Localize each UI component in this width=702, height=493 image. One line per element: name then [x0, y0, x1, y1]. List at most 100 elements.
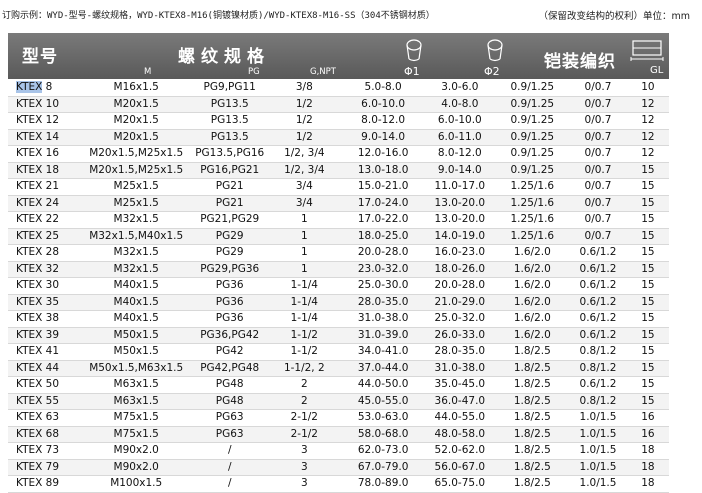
cell-model: KTEX 73 [16, 444, 60, 456]
cell-thread-gnpt: 1/2, 3/4 [284, 147, 325, 159]
cell-phi1: 37.0-44.0 [357, 361, 409, 374]
cell-thread-pg: PG29,PG36 [200, 262, 260, 275]
cell-armor-braid-a: 1.8/2.5 [513, 394, 551, 407]
cell-armor-braid-a: 0.9/1.25 [510, 81, 555, 93]
cell-model: KTEX 8 [16, 81, 53, 93]
cell-armor-braid-a: 1.6/2.0 [513, 328, 551, 341]
cell-phi2: 9.0-14.0 [437, 163, 482, 176]
cell-thread-m: M75x1.5 [113, 411, 159, 423]
cell-thread-m: M63x1.5 [113, 378, 159, 390]
cell-armor-braid-a: 1.25/1.6 [510, 180, 555, 192]
cell-gl: 12 [641, 147, 655, 159]
cell-gl: 15 [641, 262, 655, 275]
cell-gl: 10 [641, 81, 655, 93]
cell-phi1: 20.0-28.0 [357, 246, 409, 258]
cell-phi2: 13.0-20.0 [434, 213, 486, 225]
table-row: KTEX 10 M20x1.5 PG13.5 1/2 6.0-10.0 4.0-8.0 0.… [8, 96, 669, 113]
cell-thread-gnpt: 3/4 [295, 180, 313, 192]
cell-thread-pg: PG29 [215, 229, 244, 242]
cell-thread-m: M40x1.5 [113, 279, 159, 291]
col-m-subheader: M [144, 67, 152, 77]
cell-armor-braid-b: 0.6/1.2 [579, 378, 617, 390]
cell-gl: 15 [641, 229, 655, 242]
table-row: KTEX 14 M20x1.5 PG13.5 1/2 9.0-14.0 6.0-11.0 0… [8, 129, 669, 146]
cell-armor-braid-b: 0.6/1.2 [579, 279, 617, 291]
cell-armor-braid-b: 0.6/1.2 [579, 295, 617, 308]
cell-thread-m: M20x1.5,M25x1.5 [89, 163, 184, 176]
cell-armor-braid-b: 0.8/1.2 [579, 345, 617, 357]
cell-armor-braid-a: 1.8/2.5 [513, 361, 551, 374]
cell-phi2: 56.0-67.0 [434, 460, 486, 473]
cell-armor-braid-b: 0.6/1.2 [579, 262, 617, 275]
cell-gl: 15 [641, 312, 655, 324]
cell-phi1: 53.0-63.0 [357, 411, 409, 423]
cell-model: KTEX 24 [16, 196, 60, 209]
cell-phi1: 17.0-22.0 [357, 213, 409, 225]
cell-armor-braid-b: 0/0.7 [584, 196, 612, 209]
cell-phi2: 18.0-26.0 [434, 262, 486, 275]
cell-armor-braid-b: 1.0/1.5 [579, 460, 617, 473]
highlighted-model-text: KTEX [16, 81, 43, 93]
cell-phi2: 65.0-75.0 [434, 477, 486, 489]
cell-phi2: 36.0-47.0 [434, 394, 486, 407]
cell-phi2: 21.0-29.0 [434, 295, 486, 308]
cell-thread-gnpt: 1 [300, 262, 308, 275]
cell-phi1: 28.0-35.0 [357, 295, 409, 308]
cell-thread-m: M20x1.5,M25x1.5 [89, 147, 184, 159]
table-row: KTEX 39 M50x1.5 PG36,PG42 1-1/2 31.0-39.0 26.… [8, 327, 669, 344]
table-row: KTEX 28 M32x1.5 PG29 1 20.0-28.0 16.0-23.0 1.6… [8, 245, 669, 261]
cell-thread-gnpt: 2-1/2 [290, 427, 318, 440]
cell-model: KTEX 55 [16, 394, 60, 407]
cell-gl: 18 [641, 477, 655, 489]
cell-thread-pg: PG13.5 [210, 130, 249, 143]
cell-thread-pg: PG21 [215, 196, 244, 209]
cell-armor-braid-a: 1.6/2.0 [513, 279, 551, 291]
table-row: KTEX 44 M50x1.5,M63x1.5 PG42,PG48 1-1/2, 2 3… [8, 360, 669, 377]
cell-gl: 15 [641, 345, 655, 357]
cell-thread-m: M25x1.5 [113, 196, 159, 209]
cell-thread-gnpt: 1-1/2 [290, 328, 318, 341]
cell-phi1: 58.0-68.0 [357, 427, 409, 440]
table-row: KTEX 38 M40x1.5 PG36 1-1/4 31.0-38.0 25.0-32.… [8, 311, 669, 327]
cell-phi1: 8.0-12.0 [361, 114, 406, 126]
cell-phi1: 23.0-32.0 [357, 262, 409, 275]
unit-note: （保留改变结构的权利）单位：mm [538, 11, 690, 22]
cell-thread-pg: PG9,PG11 [203, 81, 256, 93]
cell-armor-braid-a: 1.6/2.0 [513, 312, 551, 324]
cell-thread-gnpt: 2 [300, 394, 308, 407]
cell-phi2: 35.0-45.0 [434, 378, 486, 390]
cell-armor-braid-b: 0.6/1.2 [579, 246, 617, 258]
cell-armor-braid-b: 0.6/1.2 [579, 312, 617, 324]
cell-armor-braid-a: 1.25/1.6 [510, 229, 555, 242]
table-row: KTEX 32 M32x1.5 PG29,PG36 1 23.0-32.0 18.0-26… [8, 261, 669, 278]
cell-model: KTEX 22 [16, 213, 60, 225]
cell-model: KTEX 25 [16, 229, 60, 242]
cell-thread-gnpt: 2-1/2 [290, 411, 318, 423]
phi2-diagram-icon [487, 39, 503, 62]
cell-thread-pg: PG36 [215, 312, 244, 324]
cell-gl: 15 [641, 163, 655, 176]
col-phi2-header: Φ2 [484, 65, 500, 78]
cell-phi2: 6.0-10.0 [437, 114, 482, 126]
cell-phi2: 6.0-11.0 [437, 130, 482, 143]
cell-armor-braid-a: 0.9/1.25 [510, 147, 555, 159]
cell-thread-gnpt: 1-1/4 [290, 279, 318, 291]
cell-phi2: 16.0-23.0 [434, 246, 486, 258]
cell-phi2: 25.0-32.0 [434, 312, 486, 324]
cell-thread-m: M75x1.5 [113, 427, 159, 440]
cell-gl: 18 [641, 460, 655, 473]
cell-thread-pg: PG29 [215, 246, 244, 258]
cell-gl: 12 [641, 114, 655, 126]
cell-thread-pg: PG36 [215, 279, 244, 291]
cell-model: KTEX 41 [16, 345, 60, 357]
cell-armor-braid-a: 1.8/2.5 [513, 477, 551, 489]
cell-gl: 15 [641, 246, 655, 258]
cell-thread-m: M32x1.5 [113, 262, 159, 275]
cell-gl: 15 [641, 394, 655, 407]
cell-thread-pg: PG42 [215, 345, 244, 357]
cell-thread-gnpt: 3 [300, 460, 308, 473]
cell-model: KTEX 30 [16, 279, 60, 291]
gl-diagram-icon [630, 40, 664, 61]
col-model-header: 型号 [22, 47, 58, 67]
table-row: KTEX 8 M16x1.5 PG9,PG11 3/8 5.0-8.0 3.0-6.0 0.… [8, 80, 669, 96]
